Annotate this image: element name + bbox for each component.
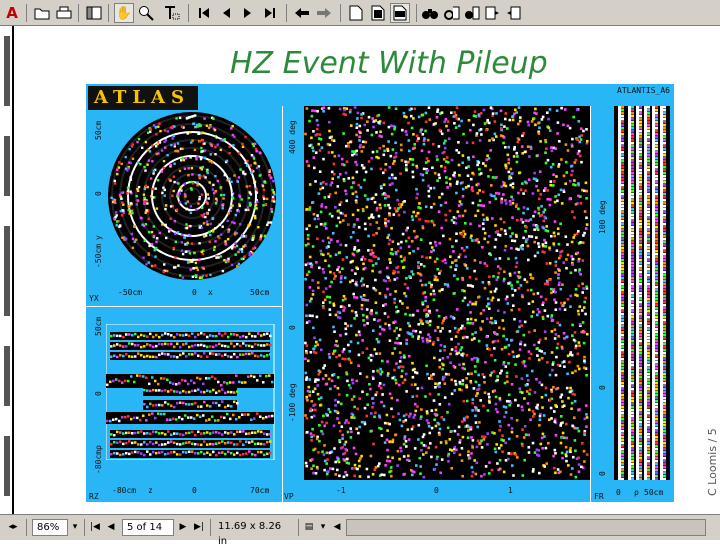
- actual-size-icon[interactable]: [346, 3, 366, 23]
- find-icon[interactable]: [420, 3, 440, 23]
- vp-x-tick: 0: [434, 486, 439, 495]
- atlantis-event-display: ATLAS ATLANTIS_A6 YX 50cm 0 y -50cm -50c…: [86, 84, 674, 502]
- go-forward-icon[interactable]: [314, 3, 334, 23]
- next-highlight-icon[interactable]: [482, 3, 502, 23]
- status-first-page-icon[interactable]: |◀: [88, 519, 102, 536]
- toolbar-separator: [188, 4, 189, 22]
- last-page-icon[interactable]: [260, 3, 280, 23]
- yx-x-tick: 50cm: [250, 288, 270, 297]
- vp-y-tick: -100 deg: [288, 383, 297, 422]
- toolbar-separator: [108, 4, 109, 22]
- panel-divider: [590, 106, 591, 502]
- previous-page-icon[interactable]: [216, 3, 236, 23]
- fr-y-tick: 100 deg: [598, 200, 607, 234]
- rz-view: [106, 324, 275, 460]
- status-last-page-icon[interactable]: ▶|: [192, 519, 206, 536]
- page-number-field[interactable]: 5 of 14: [122, 519, 174, 536]
- vp-x-tick: 1: [508, 486, 513, 495]
- text-select-tool-icon[interactable]: [162, 3, 182, 23]
- panel-divider: [282, 106, 283, 502]
- navigation-pane-edge[interactable]: [0, 26, 14, 514]
- fr-x-tick: 50cm: [644, 488, 664, 497]
- resize-pane-icon[interactable]: ◂▸: [6, 519, 20, 536]
- status-bar: ◂▸ 86% ▾ |◀ ◀ 5 of 14 ▶ ▶| 11.69 x 8.26 …: [0, 514, 720, 547]
- zoom-menu-icon[interactable]: ▾: [68, 519, 82, 536]
- rz-y-tick: -80cm: [94, 449, 103, 474]
- rz-y-tick: 50cm: [94, 316, 103, 336]
- go-back-icon[interactable]: [292, 3, 312, 23]
- statusbar-separator: [26, 519, 27, 536]
- search-icon[interactable]: [442, 3, 462, 23]
- print-icon[interactable]: [54, 3, 74, 23]
- yx-y-tick: -50cm: [94, 243, 103, 268]
- yx-y-axis-label: y: [94, 235, 103, 240]
- navigation-rail-segment: [4, 136, 10, 196]
- yx-panel-tag: YX: [89, 294, 99, 303]
- toolbar-separator: [340, 4, 341, 22]
- slide-author-footer: C Loomis / 5: [706, 428, 719, 496]
- previous-highlight-icon[interactable]: [504, 3, 524, 23]
- toolbar-separator: [78, 4, 79, 22]
- statusbar-separator: [84, 519, 85, 536]
- first-page-icon[interactable]: [194, 3, 214, 23]
- vp-view: [304, 106, 590, 480]
- horizontal-scrollbar[interactable]: [346, 519, 706, 536]
- rz-x-tick: -80cm: [112, 486, 137, 495]
- open-icon[interactable]: [32, 3, 52, 23]
- fr-panel-tag: FR: [594, 492, 604, 501]
- atlantis-version-label: ATLANTIS_A6: [617, 86, 670, 95]
- yx-y-tick: 50cm: [94, 120, 103, 140]
- navigation-rail-segment: [4, 436, 10, 496]
- fit-page-icon[interactable]: [368, 3, 388, 23]
- adobe-logo-icon: A: [6, 4, 18, 22]
- fr-y-tick: 0: [598, 385, 607, 390]
- search-results-icon[interactable]: [462, 3, 482, 23]
- fr-x-tick: 0: [616, 488, 621, 497]
- vp-y-tick: 0: [288, 325, 297, 330]
- fr-x-axis-label: ρ: [634, 488, 639, 497]
- yx-x-axis-label: x: [208, 288, 213, 297]
- vp-panel-tag: VP: [284, 492, 294, 501]
- rz-panel-tag: RZ: [89, 492, 99, 501]
- page-layout-menu-icon[interactable]: ▾: [316, 519, 330, 536]
- fit-width-icon[interactable]: [390, 3, 410, 23]
- zoom-tool-icon[interactable]: [136, 3, 156, 23]
- page-layout-icon[interactable]: ▤: [302, 519, 316, 536]
- vp-y-tick: 400 deg: [288, 120, 297, 154]
- acrobat-toolbar: A ✋: [0, 0, 720, 26]
- navigation-rail-segment: [4, 346, 10, 406]
- fr-view: [614, 106, 670, 480]
- page-size-readout: 11.69 x 8.26 in: [218, 521, 282, 547]
- horizontal-scroll-left-icon[interactable]: ◀: [330, 519, 344, 536]
- rz-x-tick: 0: [192, 486, 197, 495]
- toolbar-separator: [416, 4, 417, 22]
- rz-y-tick: 0: [94, 391, 103, 396]
- fr-y-tick: 0: [598, 471, 607, 476]
- yx-y-tick: 0: [94, 191, 103, 196]
- status-next-page-icon[interactable]: ▶: [176, 519, 190, 536]
- zoom-level-field[interactable]: 86%: [32, 519, 68, 536]
- statusbar-separator: [298, 519, 299, 536]
- rz-x-tick: 70cm: [250, 486, 270, 495]
- navigation-rail-segment: [4, 36, 10, 106]
- yx-x-tick: 0: [192, 288, 197, 297]
- atlas-logo: ATLAS: [88, 86, 198, 110]
- panel-divider: [86, 306, 282, 307]
- rz-x-axis-label: z: [148, 486, 153, 495]
- navigation-rail-segment: [4, 226, 10, 316]
- slide-title: HZ Event With Pileup: [230, 46, 548, 81]
- toolbar-separator: [26, 4, 27, 22]
- statusbar-separator: [210, 519, 211, 536]
- next-page-icon[interactable]: [238, 3, 258, 23]
- yx-x-tick: -50cm: [118, 288, 143, 297]
- hand-tool-icon[interactable]: ✋: [114, 3, 134, 23]
- show-hide-navigation-icon[interactable]: [84, 3, 104, 23]
- yx-view: [108, 112, 276, 280]
- vp-x-tick: -1: [336, 486, 346, 495]
- status-previous-page-icon[interactable]: ◀: [104, 519, 118, 536]
- toolbar-separator: [286, 4, 287, 22]
